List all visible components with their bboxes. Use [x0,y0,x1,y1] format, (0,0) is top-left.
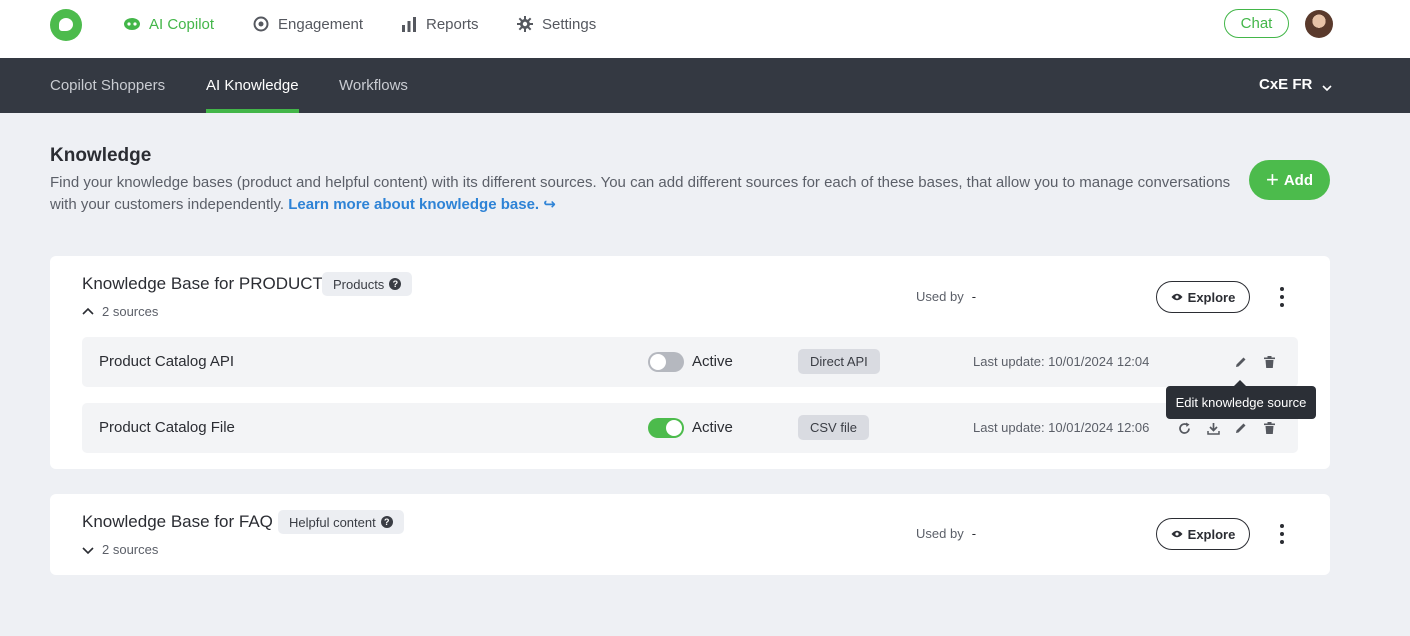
learn-more-link[interactable]: Learn more about knowledge base. ↪ [288,196,556,213]
active-tab-indicator [206,109,299,113]
used-by: Used by - [916,289,976,304]
tag-label: Helpful content [289,514,376,530]
explore-button[interactable]: Explore [1156,281,1250,313]
sources-toggle[interactable]: 2 sources [82,304,158,319]
knowledge-base-card-faq: Knowledge Base for FAQ Helpful content ?… [50,494,1330,575]
nav-label: Reports [426,15,479,33]
tab-workflows[interactable]: Workflows [339,77,408,94]
source-type-chip: CSV file [798,415,869,440]
eye-icon [1171,530,1183,538]
active-toggle[interactable] [648,418,684,438]
eye-icon [1171,293,1183,301]
page-description: Find your knowledge bases (product and h… [50,172,1240,216]
trash-icon[interactable] [1261,420,1277,436]
download-icon[interactable] [1205,420,1221,436]
explore-label: Explore [1187,526,1236,542]
nav-settings[interactable]: Settings [516,14,596,34]
top-bar: AI Copilot Engagement Reports Settings C… [0,0,1410,58]
kb-title: Knowledge Base for FAQ [82,512,273,531]
used-by-value: - [971,289,977,304]
nav-label: AI Copilot [149,15,215,33]
kb-type-tag: Products ? [322,272,413,296]
add-label: Add [1283,171,1314,189]
more-options-icon[interactable] [1277,524,1287,544]
gear-icon [516,15,534,33]
description-text: Find your knowledge bases (product and h… [50,174,1231,213]
org-selector[interactable]: CxE FR [1259,76,1332,93]
status-label: Active [692,353,733,370]
app-logo-icon[interactable] [50,9,82,41]
active-toggle[interactable] [648,352,684,372]
nav-label: Settings [542,15,597,33]
user-avatar[interactable] [1305,10,1333,38]
sub-nav-bar: Copilot Shoppers AI Knowledge Workflows [0,58,1410,113]
nav-label: Engagement [278,15,364,33]
help-icon[interactable]: ? [380,516,393,528]
last-update: Last update: 10/01/2024 12:04 [973,354,1150,369]
tab-ai-knowledge[interactable]: AI Knowledge [206,77,299,94]
source-row: Product Catalog API Active Direct API La… [82,337,1298,387]
edit-tooltip: Edit knowledge source [1166,380,1316,419]
source-type-chip: Direct API [798,349,880,374]
org-label: CxE FR [1259,76,1313,93]
sources-toggle[interactable]: 2 sources [82,542,158,557]
sources-count: 2 sources [102,304,159,319]
source-row: Product Catalog File Active CSV file Las… [82,403,1298,453]
used-by: Used by - [916,526,976,541]
sources-count: 2 sources [102,542,159,557]
nav-reports[interactable]: Reports [400,14,479,34]
nav-engagement[interactable]: Engagement [252,14,363,34]
kb-title: Knowledge Base for PRODUCT [82,274,323,293]
plus-icon: + [1265,167,1279,192]
add-button[interactable]: + Add [1249,160,1330,200]
edit-icon[interactable] [1233,354,1249,370]
used-by-label: Used by [916,526,964,541]
chevron-down-icon [82,544,94,556]
chevron-up-icon [82,306,94,318]
source-name: Product Catalog File [99,419,235,436]
used-by-value: - [971,526,977,541]
page-title: Knowledge [50,145,152,166]
tab-copilot-shoppers[interactable]: Copilot Shoppers [50,77,165,94]
kb-type-tag: Helpful content ? [278,510,404,534]
bar-chart-icon [400,15,418,33]
explore-button[interactable]: Explore [1156,518,1250,550]
used-by-label: Used by [916,289,964,304]
tag-label: Products [333,276,385,292]
status-label: Active [692,419,733,436]
trash-icon[interactable] [1261,354,1277,370]
nav-ai-copilot[interactable]: AI Copilot [123,14,214,34]
last-update: Last update: 10/01/2024 12:06 [973,420,1150,435]
edit-icon[interactable] [1233,420,1249,436]
chat-button[interactable]: Chat [1224,9,1289,38]
more-options-icon[interactable] [1277,287,1287,307]
help-icon[interactable]: ? [389,278,402,290]
target-icon [252,15,270,33]
knowledge-base-card-product: Knowledge Base for PRODUCT Products ? 2 … [50,256,1330,469]
source-name: Product Catalog API [99,353,235,370]
chevron-down-icon [1322,80,1332,91]
refresh-icon[interactable] [1176,420,1192,436]
explore-label: Explore [1187,289,1236,305]
copilot-icon [123,15,141,33]
